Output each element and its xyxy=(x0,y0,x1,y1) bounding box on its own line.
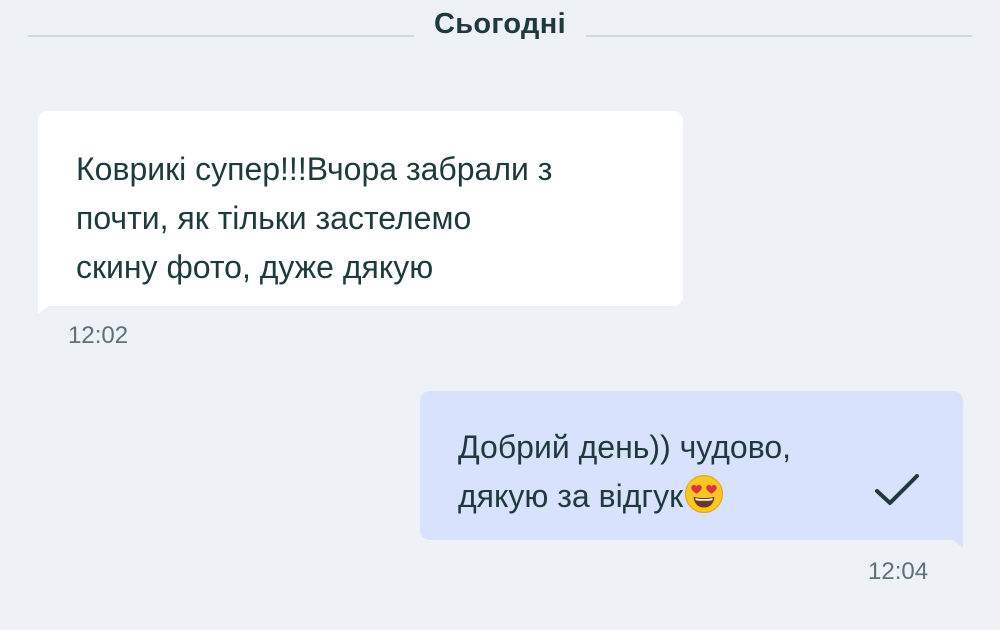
incoming-message-time: 12:02 xyxy=(68,322,129,349)
outgoing-message-bubble[interactable]: Добрий день)) чудово, дякую за відгук xyxy=(420,391,963,540)
divider-line-left xyxy=(28,35,414,37)
outgoing-message-content: Добрий день)) чудово, дякую за відгук xyxy=(458,423,858,528)
divider-line-right xyxy=(586,35,972,37)
sent-check-icon xyxy=(875,474,919,505)
outgoing-bubble-tail xyxy=(941,530,963,548)
date-label: Сьогодні xyxy=(434,8,566,40)
incoming-bubble-tail xyxy=(38,296,60,314)
heart-eyes-emoji-icon xyxy=(684,474,724,528)
incoming-message-text: Коврикі супер!!!Вчора забрали з почти, я… xyxy=(76,151,553,285)
outgoing-message-time: 12:04 xyxy=(868,558,929,585)
incoming-message-bubble[interactable]: Коврикі супер!!!Вчора забрали з почти, я… xyxy=(38,111,683,306)
outgoing-message-text: Добрий день)) чудово, дякую за відгук xyxy=(458,429,792,514)
date-divider: Сьогодні xyxy=(0,0,1000,60)
